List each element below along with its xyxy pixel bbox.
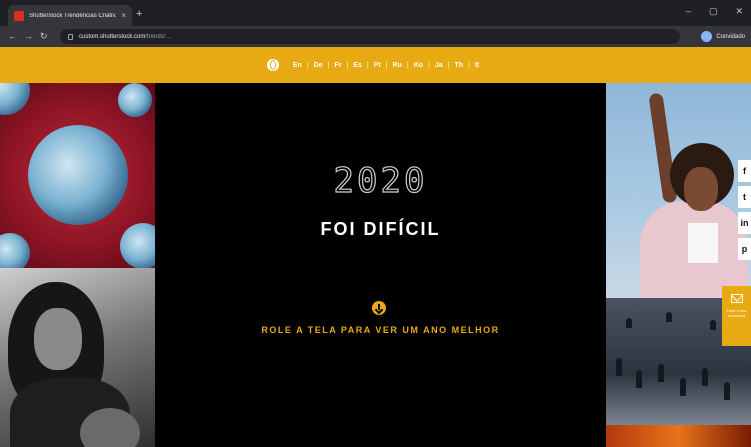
hero-section: 2020 FOI DIFÍCIL ROLE A TELA PARA VER UM…: [155, 83, 606, 447]
social-share-bar: f t in p: [738, 160, 751, 260]
close-window-icon[interactable]: ✕: [735, 6, 743, 17]
browser-toolbar: ← → ↻ custom.shutterstock.com /trends/… …: [0, 26, 751, 47]
tab-title: Shutterstock Trendências Criativ...: [29, 12, 118, 19]
raised-fist-woman-image: [606, 83, 751, 298]
language-link-it[interactable]: It: [470, 62, 484, 69]
site-favicon-icon: [14, 10, 24, 21]
back-icon[interactable]: ←: [8, 29, 17, 43]
avatar-icon: [701, 31, 713, 42]
language-link-de[interactable]: De: [309, 62, 328, 69]
scroll-down-icon[interactable]: [372, 301, 386, 315]
reload-icon[interactable]: ↻: [40, 29, 48, 43]
tab-close-icon[interactable]: ×: [121, 11, 126, 20]
facebook-icon[interactable]: f: [738, 160, 751, 182]
fire-image: [606, 425, 751, 447]
girl-portrait-image: [0, 268, 155, 447]
hero-year: 2020: [333, 160, 428, 201]
globe-icon: [266, 59, 279, 71]
hero-headline: FOI DIFÍCIL: [320, 219, 441, 239]
url-path: /trends/…: [145, 33, 172, 40]
download-label: Faça o seu download: [726, 308, 747, 318]
browser-tab[interactable]: Shutterstock Trendências Criativ... ×: [8, 5, 132, 26]
profile-label: Convidado: [716, 33, 745, 40]
right-image-column: [606, 83, 751, 447]
language-link-fr[interactable]: Fr: [329, 62, 346, 69]
scroll-cta[interactable]: ROLE A TELA PARA VER UM ANO MELHOR: [155, 325, 606, 335]
language-link-ja[interactable]: Ja: [430, 62, 448, 69]
left-image-column: [0, 83, 155, 447]
url-host: custom.shutterstock.com: [79, 33, 146, 40]
download-button[interactable]: Faça o seu download: [722, 286, 751, 346]
coronavirus-image: [0, 83, 155, 268]
mail-icon: [730, 294, 743, 303]
language-link-en[interactable]: En: [288, 62, 307, 69]
twitter-icon[interactable]: t: [738, 186, 751, 208]
language-link-ru[interactable]: Ru: [387, 62, 406, 69]
forward-icon[interactable]: →: [24, 29, 33, 43]
linkedin-icon[interactable]: in: [738, 212, 751, 234]
address-bar[interactable]: custom.shutterstock.com /trends/…: [60, 29, 680, 44]
language-bar: En | De | Fr | Es | Pt | Ru | Ko | Ja | Th | It: [0, 47, 751, 83]
language-link-th[interactable]: Th: [449, 62, 468, 69]
pinterest-icon[interactable]: p: [738, 238, 751, 260]
language-link-ko[interactable]: Ko: [409, 62, 428, 69]
language-link-es[interactable]: Es: [348, 62, 367, 69]
window-controls: – ▢ ✕: [686, 6, 743, 17]
new-tab-button[interactable]: +: [136, 8, 142, 20]
browser-tabstrip: Shutterstock Trendências Criativ... × + …: [0, 0, 751, 26]
minimize-icon[interactable]: –: [686, 6, 691, 17]
maximize-icon[interactable]: ▢: [709, 6, 718, 17]
lock-icon: [68, 33, 73, 40]
language-link-pt[interactable]: Pt: [369, 62, 386, 69]
profile-button[interactable]: Convidado: [701, 29, 745, 44]
